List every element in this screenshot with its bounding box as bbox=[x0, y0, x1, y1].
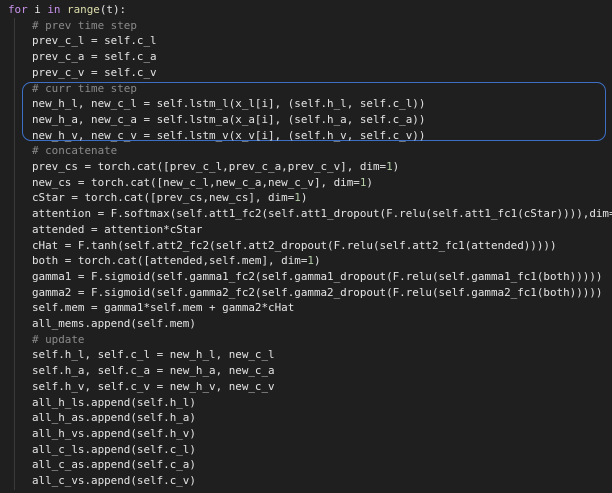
code-token: all_c_vs.append(self.c_v) bbox=[32, 474, 196, 487]
code-line: all_c_vs.append(self.c_v) bbox=[32, 473, 196, 489]
code-token: both = torch.cat([attended,self.mem], di… bbox=[32, 254, 308, 268]
code-token: ) bbox=[392, 160, 400, 173]
code-token: all_h_vs.append(self.h_v) bbox=[32, 426, 196, 440]
code-line: all_c_ls.append(self.c_l) bbox=[32, 442, 196, 458]
code-line: attended = attention*cStar bbox=[32, 222, 202, 238]
indent-guide bbox=[14, 18, 15, 490]
code-token: (t): bbox=[99, 3, 127, 16]
code-token: in bbox=[47, 3, 61, 16]
code-line: self.h_v, self.c_v = new_h_v, new_c_v bbox=[32, 379, 275, 395]
code-line: cHat = F.tanh(self.att2_fc2(self.att2_dr… bbox=[32, 238, 557, 254]
code-line: # concatenate bbox=[32, 143, 117, 159]
code-token: self.h_a, self.c_a = new_h_a, new_c_a bbox=[32, 364, 275, 378]
code-line: prev_c_v = self.c_v bbox=[32, 65, 157, 81]
code-token: self.mem = gamma1*self.mem + gamma2*cHat bbox=[32, 301, 295, 315]
code-token: all_h_as.append(self.h_a) bbox=[32, 411, 196, 425]
code-token: prev_c_a = self.c_a bbox=[32, 50, 157, 64]
code-token: new_cs = torch.cat([new_c_l,new_c_a,new_… bbox=[32, 175, 360, 189]
code-token: prev_c_v = self.c_v bbox=[32, 65, 157, 79]
code-line: for i in range(t): bbox=[8, 2, 126, 18]
code-token: prev_c_l = self.c_l bbox=[32, 34, 157, 48]
code-line: new_h_v, new_c_v = self.lstm_v(x_v[i], (… bbox=[32, 128, 425, 144]
code-token: all_c_ls.append(self.c_l) bbox=[32, 442, 196, 456]
code-token: cStar = torch.cat([prev_cs,new_cs], dim= bbox=[32, 191, 295, 205]
code-line: # update bbox=[32, 332, 84, 348]
code-line: cStar = torch.cat([prev_cs,new_cs], dim=… bbox=[32, 190, 307, 206]
code-line: both = torch.cat([attended,self.mem], di… bbox=[32, 253, 321, 269]
code-token: for bbox=[8, 3, 28, 16]
code-token: ) bbox=[313, 254, 321, 268]
code-token: i bbox=[27, 3, 48, 16]
code-line: self.mem = gamma1*self.mem + gamma2*cHat bbox=[32, 300, 294, 316]
code-token: # update bbox=[32, 332, 85, 346]
code-line: all_h_vs.append(self.h_v) bbox=[32, 426, 196, 442]
code-line: # prev time step bbox=[32, 18, 137, 34]
code-editor[interactable]: for i in range(t): # prev time step prev_c… bbox=[0, 0, 612, 493]
code-token: # curr time step bbox=[32, 81, 137, 95]
code-line: gamma1 = F.sigmoid(self.gamma1_fc2(self.… bbox=[32, 269, 602, 285]
code-token: cHat = F.tanh(self.att2_fc2(self.att2_dr… bbox=[32, 238, 557, 252]
code-token: range bbox=[67, 3, 100, 16]
code-line: new_h_a, new_c_a = self.lstm_a(x_a[i], (… bbox=[32, 112, 425, 128]
code-token: all_mems.append(self.mem) bbox=[32, 317, 196, 330]
code-line: prev_c_a = self.c_a bbox=[32, 49, 157, 65]
code-line: prev_cs = torch.cat([prev_c_l,prev_c_a,p… bbox=[32, 159, 399, 175]
code-token: attention = F.softmax(self.att1_fc2(self… bbox=[32, 207, 612, 221]
code-line: new_h_l, new_c_l = self.lstm_l(x_l[i], (… bbox=[32, 96, 425, 112]
code-token: new_h_v, new_c_v = self.lstm_v(x_v[i], (… bbox=[32, 128, 426, 142]
code-token: all_c_as.append(self.c_a) bbox=[32, 458, 196, 472]
code-token: new_h_l, new_c_l = self.lstm_l(x_l[i], (… bbox=[32, 97, 426, 111]
code-token: # prev time step bbox=[32, 18, 137, 32]
code-token: prev_cs = torch.cat([prev_c_l,prev_c_a,p… bbox=[32, 160, 387, 173]
code-line: all_mems.append(self.mem) bbox=[32, 316, 196, 332]
code-token: ) bbox=[366, 175, 373, 189]
code-line: # curr time step bbox=[32, 81, 137, 97]
code-token: self.h_l, self.c_l = new_h_l, new_c_l bbox=[32, 348, 275, 362]
code-line: self.h_a, self.c_a = new_h_a, new_c_a bbox=[32, 363, 275, 379]
code-line: all_h_as.append(self.h_a) bbox=[32, 410, 196, 426]
code-token: gamma1 = F.sigmoid(self.gamma1_fc2(self.… bbox=[32, 269, 603, 283]
code-token: ) bbox=[300, 191, 308, 205]
code-line: all_c_as.append(self.c_a) bbox=[32, 457, 196, 473]
code-line: new_cs = torch.cat([new_c_l,new_c_a,new_… bbox=[32, 175, 373, 191]
code-line: self.h_l, self.c_l = new_h_l, new_c_l bbox=[32, 347, 275, 363]
code-line: prev_c_l = self.c_l bbox=[32, 33, 157, 49]
code-token: self.h_v, self.c_v = new_h_v, new_c_v bbox=[32, 379, 275, 393]
code-line: gamma2 = F.sigmoid(self.gamma2_fc2(self.… bbox=[32, 285, 602, 301]
code-token: new_h_a, new_c_a = self.lstm_a(x_a[i], (… bbox=[32, 112, 426, 126]
code-token: gamma2 = F.sigmoid(self.gamma2_fc2(self.… bbox=[32, 285, 603, 299]
code-line: all_h_ls.append(self.h_l) bbox=[32, 395, 196, 411]
code-token: attended = attention*cStar bbox=[32, 222, 203, 236]
code-token: all_h_ls.append(self.h_l) bbox=[32, 395, 196, 409]
code-token: # concatenate bbox=[32, 144, 118, 158]
code-line: attention = F.softmax(self.att1_fc2(self… bbox=[32, 206, 612, 222]
